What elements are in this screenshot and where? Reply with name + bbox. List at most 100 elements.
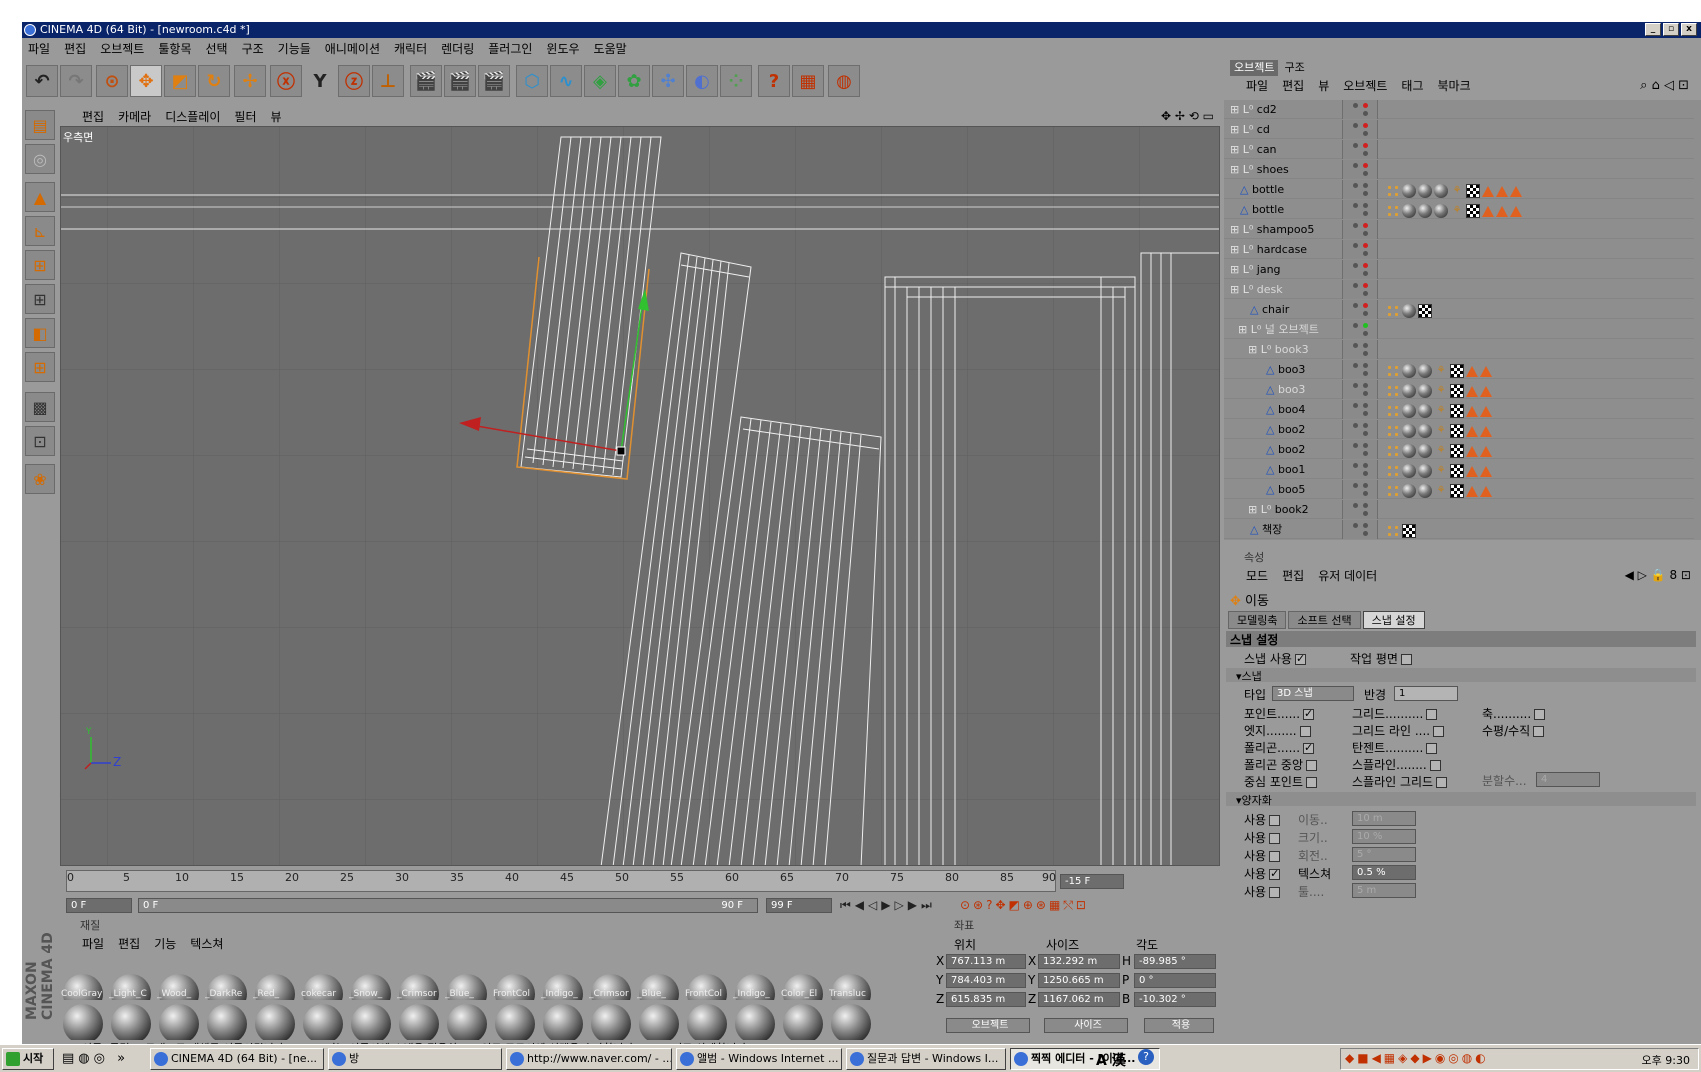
visibility-dots[interactable] — [1342, 240, 1378, 259]
search-icon[interactable]: ⌕ ⌂ ◁ ⊡ — [1640, 78, 1689, 93]
tag-icon[interactable] — [1402, 524, 1416, 538]
taskbar-button[interactable]: http://www.naver.com/ - ... — [506, 1048, 672, 1070]
tag-icon[interactable]: ⚘ — [1434, 404, 1448, 418]
z-axis-lock-icon[interactable]: ⓩ — [338, 65, 370, 97]
material-swatch[interactable]: cokecar — [300, 954, 346, 1000]
material-swatch[interactable]: _Red_ — [252, 954, 298, 1000]
coord-position-field[interactable]: 615.835 m — [946, 992, 1026, 1007]
snap-option-row[interactable]: 폴리곤...... — [1244, 739, 1315, 756]
tag-icon[interactable] — [1386, 204, 1400, 218]
quantize-use-checkbox[interactable] — [1269, 815, 1281, 826]
obj-menu-file[interactable]: 파일 — [1246, 77, 1268, 94]
tag-icon[interactable] — [1450, 484, 1464, 498]
mat-menu-function[interactable]: 기능 — [154, 935, 176, 952]
snap-option-row[interactable]: 탄젠트.......... — [1352, 739, 1438, 756]
tag-icon[interactable] — [1496, 185, 1508, 197]
quantize-value-field[interactable]: 5 m — [1352, 883, 1416, 898]
material-swatch[interactable] — [780, 998, 826, 1044]
tag-icon[interactable] — [1418, 424, 1432, 438]
playback-controls[interactable]: ⏮◀◁▶▷▶⏭ — [840, 898, 936, 913]
menu-select[interactable]: 선택 — [205, 40, 227, 57]
snap-option-checkbox[interactable] — [1306, 777, 1318, 788]
object-row[interactable]: ⊞ L⁰ shoes — [1224, 160, 1694, 179]
menu-tools[interactable]: 툴항목 — [158, 40, 191, 57]
quantize-value-field[interactable]: 10 % — [1352, 829, 1416, 844]
coordinate-system-icon[interactable]: ⊥ — [372, 65, 404, 97]
tab-soft-selection[interactable]: 소프트 선택 — [1288, 611, 1361, 629]
tag-icon[interactable] — [1418, 184, 1432, 198]
recent-tool-icon[interactable]: ✢ — [234, 65, 266, 97]
material-swatch[interactable]: _Crimsor — [588, 954, 634, 1000]
close-button[interactable]: x — [1681, 23, 1697, 36]
quick-launch-icons[interactable]: ▤◍◎ » — [62, 1051, 129, 1066]
tab-structure[interactable]: 구조 — [1280, 60, 1308, 76]
visibility-dots[interactable] — [1342, 420, 1378, 439]
tab-objects[interactable]: 오브젝트 — [1230, 60, 1279, 76]
tag-icon[interactable] — [1386, 444, 1400, 458]
viewport-nav-icons[interactable]: ✥ ✢ ⟲ ▭ — [1161, 109, 1214, 123]
coord-angle-field[interactable]: -89.985 ° — [1134, 954, 1216, 969]
tag-icon[interactable]: ⚘ — [1450, 184, 1464, 198]
tag-icon[interactable] — [1418, 384, 1432, 398]
scene-object-icon[interactable]: ◐ — [686, 65, 718, 97]
tab-modeling-axis[interactable]: 모델링축 — [1228, 611, 1287, 629]
snap-option-checkbox[interactable] — [1534, 709, 1546, 720]
visibility-dots[interactable] — [1342, 320, 1378, 339]
quantize-value-field[interactable]: 5 ° — [1352, 847, 1416, 862]
material-swatch[interactable]: _Blue_ — [636, 954, 682, 1000]
visibility-dots[interactable] — [1342, 500, 1378, 519]
mat-menu-file[interactable]: 파일 — [82, 935, 104, 952]
sculpt-icon[interactable]: ❀ — [25, 464, 55, 494]
object-row[interactable]: ⊞ L⁰ desk — [1224, 280, 1694, 299]
scale-tool-icon[interactable]: ◩ — [164, 65, 196, 97]
obj-menu-tag[interactable]: 태그 — [1401, 77, 1423, 94]
x-axis-lock-icon[interactable]: ⓧ — [270, 65, 302, 97]
object-row[interactable]: △ 책장 — [1224, 520, 1694, 539]
tag-icon[interactable] — [1386, 524, 1400, 538]
taskbar-button[interactable]: 질문과 답변 - Windows I... — [846, 1048, 1006, 1070]
quantize-use-checkbox[interactable] — [1269, 867, 1281, 880]
material-swatch[interactable]: _Indigo_ — [540, 954, 586, 1000]
tag-icon[interactable] — [1466, 204, 1480, 218]
nurbs-icon[interactable]: ◈ — [584, 65, 616, 97]
material-swatch[interactable]: Transluc — [828, 954, 874, 1000]
tag-icon[interactable] — [1386, 184, 1400, 198]
coord-size-field[interactable]: 1167.062 m — [1038, 992, 1120, 1007]
snap-option-row[interactable]: 수평/수직 — [1482, 722, 1545, 739]
menu-file[interactable]: 파일 — [28, 40, 50, 57]
y-axis-lock-icon[interactable]: Y — [304, 65, 336, 97]
attr-menu-mode[interactable]: 모드 — [1246, 567, 1268, 584]
deformer-icon[interactable]: ✣ — [652, 65, 684, 97]
visibility-dots[interactable] — [1342, 480, 1378, 499]
material-swatch[interactable] — [396, 998, 442, 1044]
points-mode-icon[interactable]: ⊞ — [25, 250, 55, 280]
particle-icon[interactable]: ⁘ — [720, 65, 752, 97]
object-row[interactable]: ⊞ L⁰ cd2 — [1224, 100, 1694, 119]
tag-icon[interactable] — [1402, 184, 1416, 198]
tag-icon[interactable] — [1480, 485, 1492, 497]
quantize-use-row[interactable]: 사용 — [1244, 847, 1281, 864]
timeline-track[interactable]: 0 5 10 15 20 25 30 35 40 45 50 55 60 65 … — [66, 870, 1056, 892]
tag-icon[interactable] — [1510, 205, 1522, 217]
snap-use-checkbox[interactable] — [1294, 652, 1306, 665]
object-row[interactable]: ⊞ L⁰ shampoo5 — [1224, 220, 1694, 239]
tag-icon[interactable] — [1466, 425, 1478, 437]
coord-position-field[interactable]: 784.403 m — [946, 973, 1026, 988]
tag-icon[interactable] — [1482, 185, 1494, 197]
menu-object[interactable]: 오브젝트 — [100, 40, 144, 57]
snap-option-row[interactable]: 스플라인 그리드 — [1352, 773, 1448, 790]
tag-icon[interactable] — [1418, 304, 1432, 318]
undo-icon[interactable]: ↶ — [26, 65, 58, 97]
coord-size-field[interactable]: 132.292 m — [1038, 954, 1120, 969]
viewport-menu-filter[interactable]: 필터 — [234, 108, 256, 125]
material-swatch[interactable]: CoolGray — [60, 954, 106, 1000]
tag-icon[interactable] — [1480, 445, 1492, 457]
snap-option-checkbox[interactable] — [1436, 777, 1448, 788]
visibility-dots[interactable] — [1342, 120, 1378, 139]
tag-icon[interactable] — [1466, 445, 1478, 457]
tab-snap-settings[interactable]: 스냅 설정 — [1362, 611, 1425, 629]
material-swatch[interactable] — [492, 998, 538, 1044]
object-row[interactable]: ⊞ L⁰ book2 — [1224, 500, 1694, 519]
obj-menu-edit[interactable]: 편집 — [1282, 77, 1304, 94]
snap-use-row[interactable]: 스냅 사용 — [1244, 650, 1306, 667]
